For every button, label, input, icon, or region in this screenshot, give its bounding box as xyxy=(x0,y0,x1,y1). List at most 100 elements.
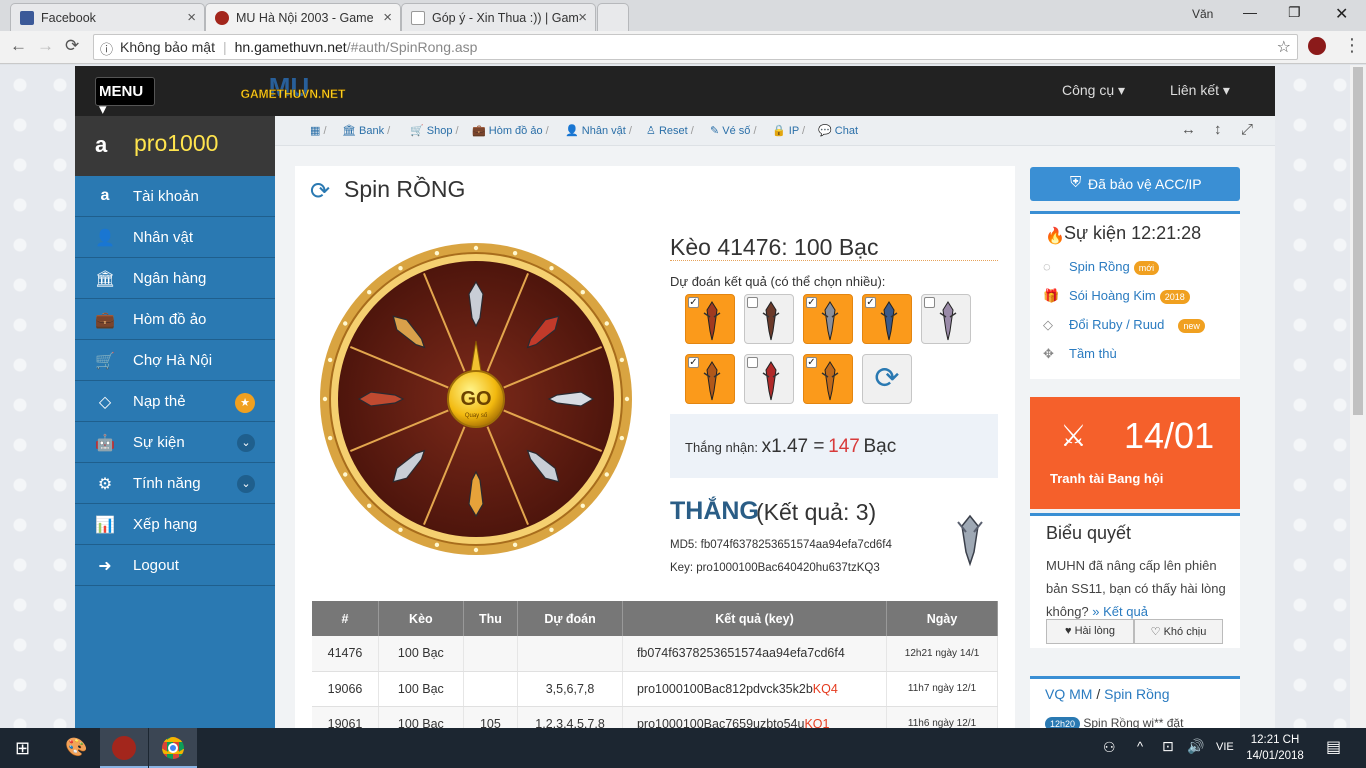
new-tab-button[interactable] xyxy=(597,3,629,31)
breadcrumb-virtual-chest[interactable]: 💼 Hòm đồ ảo / xyxy=(472,124,549,137)
sidebar-item-topup[interactable]: ◇ Nạp thẻ ★ xyxy=(75,382,275,422)
input-language[interactable]: VIE xyxy=(1216,741,1234,753)
prediction-checkbox[interactable] xyxy=(747,297,758,308)
taskbar-chrome[interactable] xyxy=(149,728,197,768)
vq-spin-link[interactable]: Spin Rồng xyxy=(1104,686,1169,702)
sidebar-item-label: Logout xyxy=(133,557,179,574)
prediction-option-2[interactable] xyxy=(744,294,794,344)
column-header[interactable]: # xyxy=(312,601,380,636)
close-tab-icon[interactable]: × xyxy=(578,9,587,26)
sidebar-item-account[interactable]: a Tài khoản xyxy=(75,177,275,217)
network-icon[interactable]: ⊡ xyxy=(1162,738,1174,755)
protect-button[interactable]: ⛨ Đã bảo vệ ACC/IP xyxy=(1030,167,1240,201)
profile-name[interactable]: Văn xyxy=(1192,7,1213,21)
breadcrumb-lottery[interactable]: ✎ Vé số / xyxy=(710,124,757,137)
prediction-checkbox[interactable]: ✓ xyxy=(865,297,876,308)
people-icon[interactable]: ⚇ xyxy=(1103,739,1116,756)
wheel-light xyxy=(580,503,585,508)
reroll-button[interactable]: ⟳ xyxy=(862,354,912,404)
poll-result-link[interactable]: » Kết quả xyxy=(1092,604,1148,619)
forward-icon[interactable]: → xyxy=(37,36,54,56)
prediction-option-8[interactable]: ✓ xyxy=(803,354,853,404)
extension-icon[interactable] xyxy=(1308,37,1326,55)
taskbar-mu-game[interactable] xyxy=(100,728,148,768)
scrollbar-thumb[interactable] xyxy=(1353,67,1363,415)
crosshair-icon: ✥ xyxy=(1043,346,1054,361)
sidebar-item-character[interactable]: 👤 Nhân vật xyxy=(75,218,275,258)
info-icon[interactable]: ⓘ xyxy=(100,39,113,58)
breadcrumb-bank[interactable]: 🏛 Bank / xyxy=(342,124,390,137)
links-menu[interactable]: Liên kết ▾ xyxy=(1170,82,1230,99)
tools-menu[interactable]: Công cụ ▾ xyxy=(1062,82,1125,99)
guild-battle-card[interactable]: ⚔ 14/01 Tranh tài Bang hội xyxy=(1030,397,1240,509)
fullscreen-icon[interactable]: ⤢ xyxy=(1241,121,1253,138)
close-window-icon[interactable]: ✕ xyxy=(1335,4,1348,24)
page-scrollbar[interactable] xyxy=(1350,65,1366,728)
breadcrumb-reset[interactable]: ♙ Reset / xyxy=(646,124,694,137)
minimize-icon[interactable]: — xyxy=(1243,4,1257,20)
taskbar-paint[interactable]: 🎨 xyxy=(51,728,99,768)
event-doi-ruby[interactable]: ◇ Đổi Ruby / Ruud new xyxy=(1043,317,1205,333)
calendar-icon[interactable]: ▦ / xyxy=(310,124,327,137)
sidebar-item-market[interactable]: 🛒 Chợ Hà Nội xyxy=(75,341,275,381)
poll-no-button[interactable]: ♡ Khó chịu xyxy=(1134,619,1223,644)
sidebar-item-logout[interactable]: ➜ Logout xyxy=(75,546,275,586)
chevron-down-icon[interactable]: ⌄ xyxy=(237,475,255,493)
prediction-checkbox[interactable]: ✓ xyxy=(688,297,699,308)
prediction-checkbox[interactable]: ✓ xyxy=(806,297,817,308)
chrome-menu-icon[interactable]: ⋮ xyxy=(1343,35,1361,56)
taskbar-clock[interactable]: 12:21 CH 14/01/2018 xyxy=(1243,732,1307,764)
start-button[interactable]: ⊞ xyxy=(0,728,48,768)
expand-horizontal-icon[interactable]: ↔ xyxy=(1181,121,1196,138)
prediction-option-6[interactable]: ✓ xyxy=(685,354,735,404)
prediction-checkbox[interactable]: ✓ xyxy=(806,357,817,368)
column-header[interactable]: Kết quả (key) xyxy=(622,601,888,636)
back-icon[interactable]: ← xyxy=(10,36,27,56)
spin-wheel[interactable]: GO Quay số xyxy=(318,241,634,557)
notifications-icon[interactable]: ▤ xyxy=(1326,737,1341,757)
prediction-checkbox[interactable]: ✓ xyxy=(688,357,699,368)
breadcrumb-shop[interactable]: 🛒 Shop / xyxy=(410,124,459,137)
event-spin-rong[interactable]: ◌ Spin Rồng mới xyxy=(1043,259,1160,275)
poll-yes-button[interactable]: ♥ Hài lòng xyxy=(1046,619,1134,644)
column-header[interactable]: Thu xyxy=(463,601,519,636)
close-tab-icon[interactable]: × xyxy=(383,9,392,26)
event-tam-thu[interactable]: ✥ Tầm thù xyxy=(1043,346,1117,362)
vq-title-link[interactable]: VQ MM xyxy=(1045,686,1092,702)
sidebar-item-features[interactable]: ⚙ Tính năng ⌄ xyxy=(75,464,275,504)
close-tab-icon[interactable]: × xyxy=(187,9,196,26)
breadcrumb-ip[interactable]: 🔒 IP / xyxy=(772,124,805,137)
tab-mu-hanoi[interactable]: MU Hà Nội 2003 - Game × xyxy=(205,3,401,31)
breadcrumb-chat[interactable]: 💬 Chat xyxy=(818,124,858,137)
volume-icon[interactable]: 🔊 xyxy=(1187,738,1204,755)
chevron-down-icon[interactable]: ⌄ xyxy=(237,434,255,452)
tab-gop-y[interactable]: Góp ý - Xin Thua :)) | Gam × xyxy=(401,3,596,31)
expand-vertical-icon[interactable]: ↕ xyxy=(1214,121,1222,138)
maximize-icon[interactable]: ❐ xyxy=(1288,4,1301,21)
tray-chevron-icon[interactable]: ^ xyxy=(1137,739,1143,754)
prediction-checkbox[interactable] xyxy=(924,297,935,308)
diamond-icon: ◇ xyxy=(1043,317,1053,332)
reload-icon[interactable]: ⟳ xyxy=(65,36,79,56)
prediction-option-7[interactable] xyxy=(744,354,794,404)
sidebar-item-events[interactable]: 🤖 Sự kiện ⌄ xyxy=(75,423,275,463)
site-logo[interactable]: MU GAMETHUVN.NET xyxy=(232,76,354,106)
column-header[interactable]: Kèo xyxy=(378,601,464,636)
chat-icon: 💬 xyxy=(818,125,832,137)
prediction-option-4[interactable]: ✓ xyxy=(862,294,912,344)
sidebar-item-bank[interactable]: 🏛 Ngân hàng xyxy=(75,259,275,299)
prediction-checkbox[interactable] xyxy=(747,357,758,368)
bookmark-star-icon[interactable]: ☆ xyxy=(1277,37,1291,57)
event-soi-hoang-kim[interactable]: 🎁 Sói Hoàng Kim 2018 xyxy=(1043,288,1190,304)
sidebar-item-ranking[interactable]: 📊 Xếp hạng xyxy=(75,505,275,545)
prediction-option-5[interactable] xyxy=(921,294,971,344)
breadcrumb-character[interactable]: 👤 Nhân vật / xyxy=(565,124,632,137)
sidebar-item-virtual-chest[interactable]: 💼 Hòm đồ ảo xyxy=(75,300,275,340)
prediction-option-1[interactable]: ✓ xyxy=(685,294,735,344)
column-header[interactable]: Dự đoán xyxy=(517,601,623,636)
tab-facebook[interactable]: Facebook × xyxy=(10,3,205,31)
column-header[interactable]: Ngày xyxy=(886,601,998,636)
prediction-option-3[interactable]: ✓ xyxy=(803,294,853,344)
url-input[interactable]: ⓘ Không bảo mật | hn.gamethuvn.net/#auth/S… xyxy=(93,34,1298,60)
menu-button[interactable]: MENU ▾ xyxy=(95,77,155,118)
